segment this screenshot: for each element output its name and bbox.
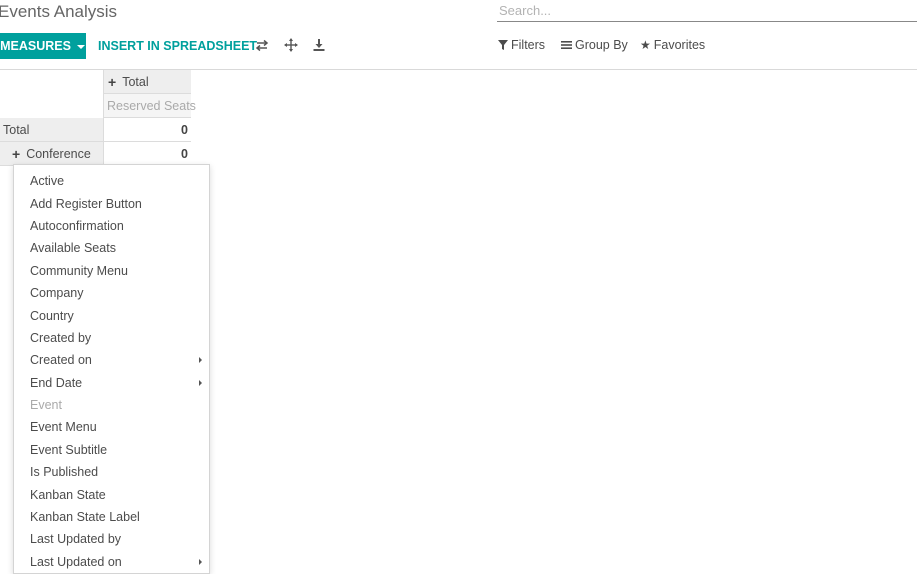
- dropdown-item[interactable]: End Date: [14, 372, 209, 394]
- caret-right-icon: [199, 357, 202, 364]
- group-by-button[interactable]: Group By: [561, 38, 628, 52]
- groupby-field-dropdown: Active Add Register Button Autoconfirmatio…: [13, 164, 210, 574]
- flip-axis-icon[interactable]: [254, 37, 270, 53]
- dropdown-item[interactable]: Kanban State Label: [14, 506, 209, 528]
- download-icon[interactable]: [311, 37, 327, 53]
- search-input[interactable]: [497, 0, 917, 20]
- measure-header: Reserved Seats: [104, 94, 196, 118]
- col-header-total[interactable]: + Total: [104, 70, 191, 94]
- dropdown-item[interactable]: Event Subtitle: [14, 439, 209, 461]
- dropdown-item[interactable]: Created by: [14, 327, 209, 349]
- dropdown-item-label: Event: [30, 398, 62, 413]
- dropdown-item-label: Autoconfirmation: [30, 218, 124, 233]
- dropdown-item[interactable]: Event Menu: [14, 416, 209, 438]
- search-bar[interactable]: [497, 0, 917, 22]
- plus-icon: +: [108, 73, 117, 90]
- group-by-label: Group By: [575, 38, 628, 52]
- row-header-conference[interactable]: + Conference: [0, 142, 104, 166]
- page-title: Events Analysis: [0, 2, 118, 21]
- dropdown-item[interactable]: Last Updated on: [14, 551, 209, 573]
- dropdown-item-label: Created on: [30, 353, 92, 368]
- dropdown-item-label: Last Updated by: [30, 532, 122, 547]
- row-header-label: Conference: [26, 146, 91, 161]
- dropdown-item-label: Is Published: [30, 465, 99, 480]
- dropdown-item[interactable]: Available Seats: [14, 237, 209, 259]
- favorites-button[interactable]: ★ Favorites: [640, 38, 705, 52]
- dropdown-item-label: Company: [30, 286, 84, 301]
- dropdown-item: Event: [14, 394, 209, 416]
- dropdown-item-label: Event Subtitle: [30, 442, 108, 457]
- dropdown-item-label: Active: [30, 174, 65, 189]
- star-icon: ★: [640, 38, 651, 52]
- measures-label: MEASURES: [0, 39, 71, 53]
- favorites-label: Favorites: [653, 38, 706, 52]
- dropdown-item[interactable]: Country: [14, 304, 209, 326]
- dropdown-item[interactable]: Last Updated by: [14, 528, 209, 550]
- expand-all-icon[interactable]: [283, 37, 299, 53]
- dropdown-item-label: Country: [30, 308, 74, 323]
- dropdown-item[interactable]: Add Register Button: [14, 192, 209, 214]
- dropdown-item[interactable]: Community Menu: [14, 260, 209, 282]
- caret-down-icon: [76, 44, 85, 49]
- filters-button[interactable]: Filters: [498, 38, 545, 52]
- dropdown-item[interactable]: Autoconfirmation: [14, 215, 209, 237]
- dropdown-item-label: Add Register Button: [30, 196, 142, 211]
- cell-conference-value: 0: [104, 142, 191, 166]
- dropdown-item-label: Kanban State: [30, 487, 106, 502]
- row-header-total[interactable]: Total: [0, 118, 104, 142]
- dropdown-item[interactable]: Is Published: [14, 461, 209, 483]
- plus-icon: +: [12, 145, 21, 162]
- dropdown-item-label: End Date: [30, 375, 83, 390]
- insert-spreadsheet-button[interactable]: INSERT IN SPREADSHEET: [98, 39, 257, 53]
- cell-total-value: 0: [104, 118, 191, 142]
- dropdown-item[interactable]: Company: [14, 282, 209, 304]
- measures-button[interactable]: MEASURES: [0, 33, 86, 59]
- caret-right-icon: [199, 558, 202, 565]
- caret-right-icon: [199, 379, 202, 386]
- dropdown-item-label: Available Seats: [30, 241, 116, 256]
- dropdown-item[interactable]: Active: [14, 170, 209, 192]
- dropdown-item[interactable]: Created on: [14, 349, 209, 371]
- dropdown-item-label: Created by: [30, 330, 92, 345]
- bars-icon: [561, 41, 572, 49]
- dropdown-item-label: Kanban State Label: [30, 510, 140, 525]
- filter-icon: [498, 40, 508, 50]
- col-header-label: Total: [122, 74, 149, 89]
- dropdown-item-label: Community Menu: [30, 263, 128, 278]
- filters-label: Filters: [511, 38, 546, 52]
- dropdown-item-label: Event Menu: [30, 420, 97, 435]
- dropdown-item[interactable]: Kanban State: [14, 483, 209, 505]
- pivot-corner-cell: [0, 70, 104, 118]
